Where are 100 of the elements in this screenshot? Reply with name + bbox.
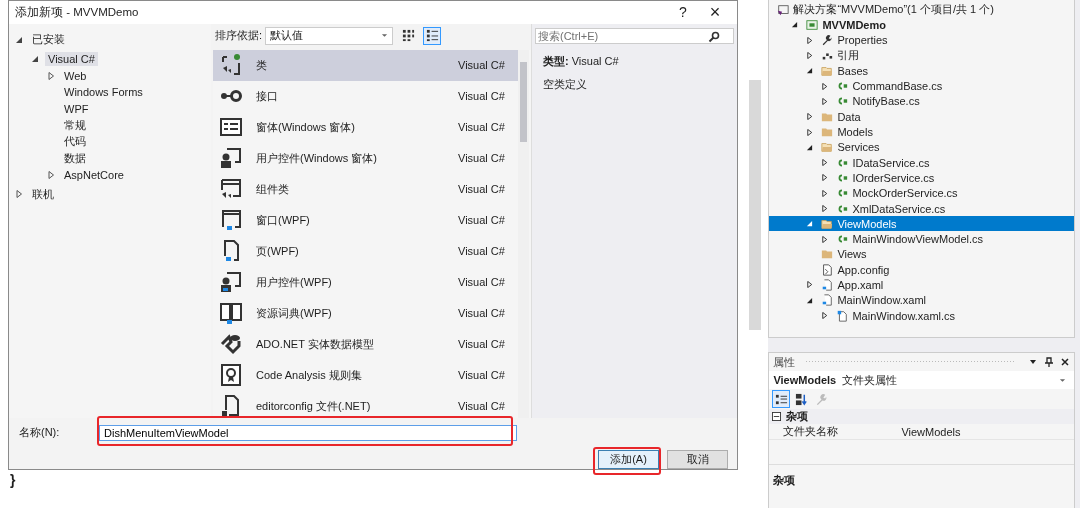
open-folder-icon [821, 217, 834, 230]
expand-arrow-icon[interactable] [806, 281, 814, 289]
add-button[interactable]: 添加(A) [598, 450, 659, 469]
tree-item[interactable]: Views [769, 246, 1074, 263]
tree-item[interactable]: MainWindowViewModel.cs [769, 231, 1074, 247]
template-item[interactable]: ADO.NET 实体数据模型 Visual C# [213, 328, 518, 360]
expand-arrow-icon[interactable] [821, 235, 829, 243]
collapse-arrow-icon[interactable] [806, 296, 814, 304]
category-item[interactable]: WPF [61, 101, 92, 116]
template-item[interactable]: 组件类 Visual C# [213, 173, 518, 205]
tree-item[interactable]: MockOrderService.cs [769, 185, 1074, 201]
expand-arrow-icon[interactable] [821, 159, 829, 167]
template-language: Visual C# [458, 245, 506, 258]
tree-item[interactable]: Services [769, 139, 1074, 155]
tree-item[interactable]: Properties [769, 32, 1074, 48]
template-item[interactable]: 页(WPF) Visual C# [213, 235, 518, 267]
template-item[interactable]: 资源词典(WPF) Visual C# [213, 297, 518, 329]
search-field[interactable]: 搜索(Ctrl+E) [535, 27, 734, 44]
class-icon [219, 53, 243, 78]
tree-item[interactable]: MainWindow.xaml [769, 292, 1074, 308]
category-item[interactable]: 代码 [61, 133, 89, 151]
property-value[interactable]: ViewModels [901, 425, 961, 438]
grid-icon [401, 29, 415, 43]
template-language: Visual C# [458, 338, 506, 351]
category-item[interactable]: Windows Forms [61, 85, 146, 100]
category-item[interactable]: Visual C# [45, 51, 98, 66]
cancel-button[interactable]: 取消 [667, 450, 728, 469]
tree-item[interactable]: Models [769, 124, 1074, 140]
list-icon [425, 29, 439, 43]
close-button[interactable]: × [701, 1, 729, 24]
help-button[interactable]: ? [669, 1, 697, 24]
collapse-icon[interactable] [772, 412, 782, 421]
category-label: 杂项 [786, 409, 809, 424]
search-icon[interactable] [708, 30, 720, 43]
name-field[interactable]: DishMenuItemViewModel [99, 424, 517, 441]
expand-arrow-icon[interactable] [47, 171, 55, 180]
expand-arrow-icon[interactable] [806, 36, 814, 44]
tree-item[interactable]: IOrderService.cs [769, 170, 1074, 186]
category-item[interactable]: 已安装 [29, 31, 68, 49]
expand-arrow-icon[interactable] [821, 97, 829, 105]
template-item[interactable]: editorconfig 文件(.NET) Visual C# [213, 390, 518, 418]
category-item[interactable]: 联机 [29, 185, 57, 203]
caret-icon[interactable] [1059, 377, 1066, 383]
list-view-button[interactable] [423, 26, 442, 45]
category-item[interactable]: AspNetCore [61, 168, 127, 183]
config-file-icon [821, 263, 834, 276]
collapse-arrow-icon[interactable] [791, 21, 799, 29]
tree-item[interactable]: App.config [769, 262, 1074, 278]
sort-dropdown[interactable]: 默认值 [265, 26, 394, 45]
tree-item[interactable]: MainWindow.xaml.cs [769, 307, 1074, 324]
template-item[interactable]: 窗口(WPF) Visual C# [213, 204, 518, 236]
tree-item[interactable]: MVVMDemo [769, 17, 1074, 33]
template-item[interactable]: 用户控件(WPF) Visual C# [213, 266, 518, 298]
expand-arrow-icon[interactable] [821, 82, 829, 90]
template-name: 用户控件(Windows 窗体) [256, 150, 378, 166]
wrench-icon [821, 34, 834, 47]
tree-item[interactable]: Data [769, 109, 1074, 125]
tree-item[interactable]: IDataService.cs [769, 154, 1074, 171]
description-title: 杂项 [773, 474, 796, 486]
expand-arrow-icon[interactable] [806, 52, 814, 60]
template-item[interactable]: 用户控件(Windows 窗体) Visual C# [213, 142, 518, 174]
tree-item[interactable]: CommandBase.cs [769, 78, 1074, 94]
xaml-file-icon [821, 294, 834, 307]
template-language: Visual C# [458, 183, 506, 196]
tree-item[interactable]: App.xaml [769, 277, 1074, 293]
template-item[interactable]: 类 Visual C# [213, 49, 518, 81]
expand-arrow-icon[interactable] [821, 312, 829, 320]
close-icon[interactable] [1060, 357, 1070, 367]
certificate-icon [219, 363, 243, 388]
user-control-icon [219, 270, 243, 295]
pin-icon[interactable] [1044, 357, 1054, 367]
collapse-arrow-icon[interactable] [806, 143, 814, 151]
category-item[interactable]: Web [61, 68, 90, 83]
expand-arrow-icon[interactable] [806, 128, 814, 136]
project-icon [806, 18, 819, 31]
expand-arrow-icon[interactable] [821, 174, 829, 182]
tree-item[interactable]: Bases [769, 63, 1074, 79]
caret-icon[interactable] [381, 33, 389, 39]
tree-item[interactable]: XmlDataService.cs [769, 200, 1074, 217]
expand-arrow-icon[interactable] [806, 113, 814, 121]
template-item[interactable]: 接口 Visual C# [213, 80, 518, 112]
expand-arrow-icon[interactable] [47, 71, 55, 80]
tree-item[interactable]: 解决方案“MVVMDemo”(1 个项目/共 1 个) [769, 2, 1074, 18]
template-item[interactable]: 窗体(Windows 窗体) Visual C# [213, 111, 518, 143]
collapse-arrow-icon[interactable] [31, 54, 39, 63]
tree-item[interactable]: NotifyBase.cs [769, 93, 1074, 110]
expand-arrow-icon[interactable] [821, 205, 829, 212]
category-item[interactable]: 数据 [61, 149, 89, 167]
collapse-arrow-icon[interactable] [806, 67, 814, 75]
expand-arrow-icon[interactable] [821, 189, 829, 197]
object-selector[interactable]: ViewModels 文件夹属性 [769, 371, 1074, 389]
expand-arrow-icon[interactable] [15, 190, 23, 199]
tree-item[interactable]: ViewModels [769, 216, 1074, 232]
tree-item[interactable]: 引用 [769, 47, 1074, 64]
category-item[interactable]: 常规 [61, 116, 89, 134]
collapse-arrow-icon[interactable] [15, 35, 23, 44]
template-type: 类型: Visual C# [543, 53, 620, 69]
template-item[interactable]: Code Analysis 规则集 Visual C# [213, 359, 518, 391]
code-file-icon [836, 309, 849, 322]
template-name: 窗体(Windows 窗体) [256, 119, 356, 135]
